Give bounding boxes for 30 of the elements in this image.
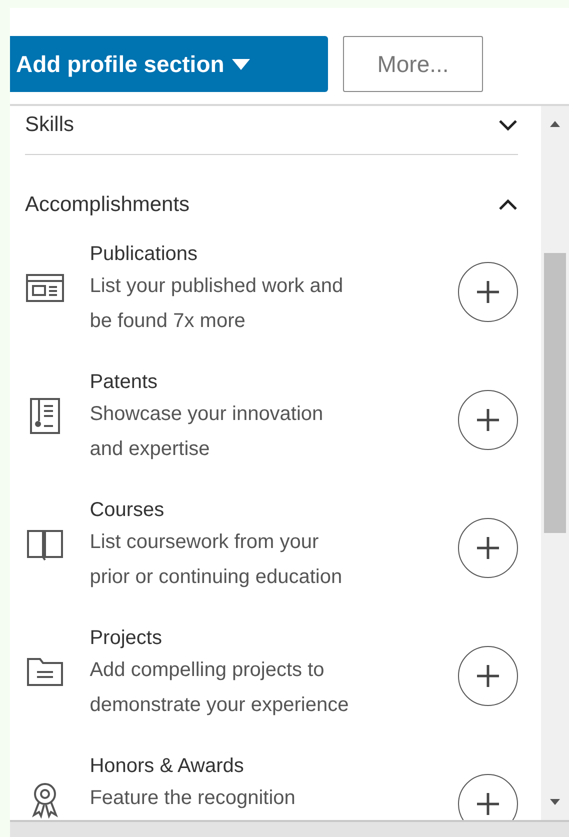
item-title: Courses bbox=[90, 498, 166, 523]
item-title: Projects bbox=[90, 626, 163, 651]
scroll-up-icon[interactable] bbox=[550, 121, 560, 127]
add-section-button[interactable]: Add profile section bbox=[10, 36, 328, 92]
scrollbar[interactable] bbox=[541, 106, 569, 820]
chevron-up-icon[interactable] bbox=[498, 199, 518, 211]
section-heading[interactable]: Skills bbox=[25, 109, 74, 141]
item-description: Showcase your innovation and expertise bbox=[90, 402, 324, 462]
plus-icon bbox=[476, 792, 500, 816]
caret-icon bbox=[232, 58, 250, 70]
item-description: Feature the recognition bbox=[90, 786, 296, 811]
plus-icon bbox=[476, 408, 500, 432]
item-description: List your published work and be found 7x more bbox=[90, 274, 344, 334]
plus-icon bbox=[476, 536, 500, 560]
chevron-down-icon[interactable] bbox=[498, 119, 518, 131]
section-heading[interactable]: Accomplishments bbox=[25, 189, 190, 221]
scrollbar-thumb[interactable] bbox=[544, 253, 566, 533]
add-button[interactable] bbox=[458, 262, 518, 322]
item-title: Patents bbox=[90, 370, 159, 395]
item-description: Add compelling projects to demonstrate your experience bbox=[90, 658, 350, 718]
scroll-down-icon[interactable] bbox=[550, 799, 560, 805]
plus-icon bbox=[476, 280, 500, 304]
add-button[interactable] bbox=[458, 646, 518, 706]
add-button[interactable] bbox=[458, 518, 518, 578]
item-title: Honors & Awards bbox=[90, 754, 245, 779]
item-description: List coursework from your prior or continuing education bbox=[90, 530, 344, 590]
add-button[interactable] bbox=[458, 390, 518, 450]
plus-icon bbox=[476, 664, 500, 688]
more-button[interactable]: More... bbox=[343, 36, 483, 92]
item-title: Publications bbox=[90, 242, 199, 267]
